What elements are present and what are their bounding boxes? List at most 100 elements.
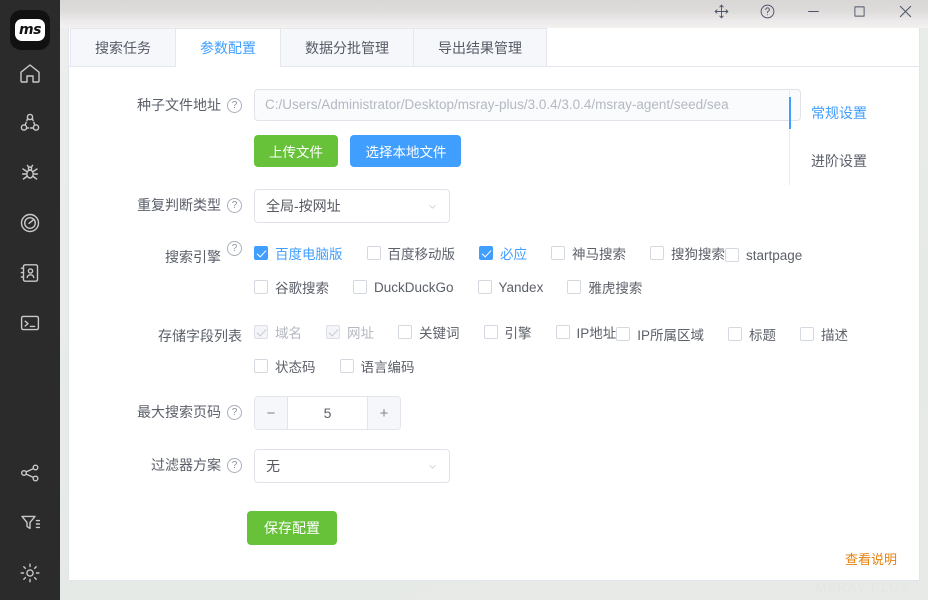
checkbox-field-ip-region[interactable]: IP所属区域 <box>616 320 704 348</box>
filter-scheme-label: 过滤器方案 <box>151 457 221 473</box>
app-logo-text: ms <box>15 19 45 41</box>
checkbox-label: 百度电脑版 <box>275 247 343 262</box>
checkbox-field-url: 网址 <box>326 318 374 346</box>
checkbox-box <box>254 359 268 373</box>
checkbox-engine-startpage[interactable]: startpage <box>725 241 802 269</box>
dedupe-type-label: 重复判断类型 <box>137 197 221 213</box>
browse-local-file-button[interactable]: 选择本地文件 <box>350 135 462 167</box>
terminal-icon <box>18 311 42 340</box>
search-engines-label: 搜索引擎 <box>165 249 221 265</box>
checkbox-label: 网址 <box>347 326 374 341</box>
maximize-button[interactable] <box>836 0 882 28</box>
sidebar-item-terminal[interactable] <box>0 300 60 350</box>
sidebar-item-settings[interactable] <box>0 550 60 600</box>
sidebar-item-share[interactable] <box>0 450 60 500</box>
checkbox-label: 谷歌搜索 <box>275 281 329 296</box>
contacts-icon <box>18 261 42 290</box>
max-pages-input[interactable]: 5 <box>288 397 367 429</box>
help-button[interactable] <box>744 0 790 28</box>
help-icon-filter-scheme[interactable]: ? <box>227 457 242 473</box>
max-pages-increment-button[interactable]: + <box>367 397 400 429</box>
help-icon-dedupe-type[interactable]: ? <box>227 197 242 213</box>
checkbox-label: IP地址 <box>576 326 617 341</box>
checkbox-label: Yandex <box>498 279 544 295</box>
checkbox-engine-yahoo[interactable]: 雅虎搜索 <box>567 273 642 301</box>
checkbox-engine-shenma[interactable]: 神马搜索 <box>551 239 626 267</box>
max-pages-field: − 5 + <box>254 396 919 430</box>
parameter-config-form: 种子文件地址 ? C:/Users/Administrator/Desktop/… <box>69 67 919 580</box>
search-engines-field: 百度电脑版 百度移动版 必应 神马搜索 搜狗搜索 startpage 谷歌搜索 … <box>254 237 919 301</box>
help-icon-max-pages[interactable]: ? <box>227 404 242 420</box>
save-config-button[interactable]: 保存配置 <box>247 511 337 545</box>
sidebar-item-nodes[interactable] <box>0 100 60 150</box>
storage-fields-label-wrap: 存储字段列表 <box>69 316 254 352</box>
help-icon-search-engines[interactable]: ? <box>227 241 242 256</box>
move-icon <box>713 3 730 25</box>
checkbox-field-keyword[interactable]: 关键词 <box>398 318 460 346</box>
storage-fields-label: 存储字段列表 <box>158 328 242 344</box>
checkbox-field-domain: 域名 <box>254 318 302 346</box>
checkbox-label: 百度移动版 <box>387 247 456 262</box>
sidebar-item-filter[interactable] <box>0 500 60 550</box>
checkbox-box <box>725 248 739 262</box>
checkbox-engine-sogou[interactable]: 搜狗搜索 <box>650 239 725 267</box>
checkbox-field-engine[interactable]: 引擎 <box>483 318 532 346</box>
max-pages-decrement-button[interactable]: − <box>255 397 288 429</box>
close-button[interactable] <box>882 0 928 28</box>
checkbox-engine-yandex[interactable]: Yandex <box>477 273 544 301</box>
help-icon-seed-file[interactable]: ? <box>227 97 242 113</box>
form-row-search-engines: 搜索引擎 ? 百度电脑版 百度移动版 必应 神马搜索 搜狗搜索 startpag… <box>69 237 919 301</box>
checkbox-label: 语言编码 <box>360 360 415 375</box>
home-icon <box>18 61 42 90</box>
filter-scheme-select[interactable]: 无 <box>254 449 450 483</box>
filter-scheme-field: 无 <box>254 449 919 483</box>
view-doc-link[interactable]: 查看说明 <box>845 549 897 568</box>
checkbox-field-title[interactable]: 标题 <box>728 320 776 348</box>
dedupe-type-select[interactable]: 全局-按网址 <box>254 189 450 223</box>
checkbox-field-language-encoding[interactable]: 语言编码 <box>339 352 415 380</box>
checkbox-box <box>567 280 582 294</box>
tab-search-task[interactable]: 搜索任务 <box>70 28 176 66</box>
sidebar-item-home[interactable] <box>0 50 60 100</box>
seed-file-input[interactable]: C:/Users/Administrator/Desktop/msray-plu… <box>254 89 801 121</box>
help-circle-icon <box>759 3 776 25</box>
tab-parameter-config[interactable]: 参数配置 <box>175 28 281 67</box>
upload-file-button[interactable]: 上传文件 <box>254 135 338 167</box>
sidebar-item-spider[interactable] <box>0 150 60 200</box>
max-pages-label-wrap: 最大搜索页码 ? <box>69 396 254 428</box>
chevron-down-icon <box>429 204 436 208</box>
side-item-advanced-settings[interactable]: 进阶设置 <box>790 137 919 185</box>
checkbox-label: startpage <box>746 247 803 263</box>
form-row-storage-fields: 存储字段列表 域名 网址 关键词 引擎 IP地址 IP所属区域 标题 描述 状态… <box>69 316 919 380</box>
dedupe-type-value: 全局-按网址 <box>266 198 341 214</box>
move-window-button[interactable] <box>698 0 744 28</box>
checkbox-field-description[interactable]: 描述 <box>800 320 848 348</box>
settings-icon <box>18 561 42 590</box>
checkbox-box <box>353 280 367 294</box>
checkbox-box <box>616 327 631 341</box>
checkbox-engine-bing[interactable]: 必应 <box>479 239 527 267</box>
tab-data-batch-management[interactable]: 数据分批管理 <box>280 28 414 66</box>
checkbox-label: 标题 <box>749 328 777 343</box>
chevron-down-icon <box>429 464 436 468</box>
side-item-label: 常规设置 <box>811 105 867 121</box>
checkbox-engine-duckduckgo[interactable]: DuckDuckGo <box>353 273 454 301</box>
checkbox-engine-google[interactable]: 谷歌搜索 <box>254 273 329 301</box>
minimize-button[interactable] <box>790 0 836 28</box>
checkbox-label: 必应 <box>500 247 527 262</box>
sidebar-item-dashboard[interactable] <box>0 200 60 250</box>
checkbox-field-ip-address[interactable]: IP地址 <box>555 318 617 346</box>
side-item-general-settings[interactable]: 常规设置 <box>789 89 919 137</box>
checkbox-box <box>366 246 381 260</box>
checkbox-engine-baidu-pc[interactable]: 百度电脑版 <box>254 239 343 267</box>
sidebar-item-contacts[interactable] <box>0 250 60 300</box>
checkbox-label: 描述 <box>821 328 849 343</box>
save-field: 保存配置 <box>247 511 919 545</box>
checkbox-box <box>555 325 570 339</box>
checkbox-field-status-code[interactable]: 状态码 <box>254 352 316 380</box>
tab-export-result-management[interactable]: 导出结果管理 <box>413 28 547 66</box>
checkbox-engine-baidu-mobile[interactable]: 百度移动版 <box>366 239 456 267</box>
tab-label: 数据分批管理 <box>305 39 389 56</box>
minimize-icon <box>805 3 822 25</box>
checkbox-label: 域名 <box>275 326 302 341</box>
